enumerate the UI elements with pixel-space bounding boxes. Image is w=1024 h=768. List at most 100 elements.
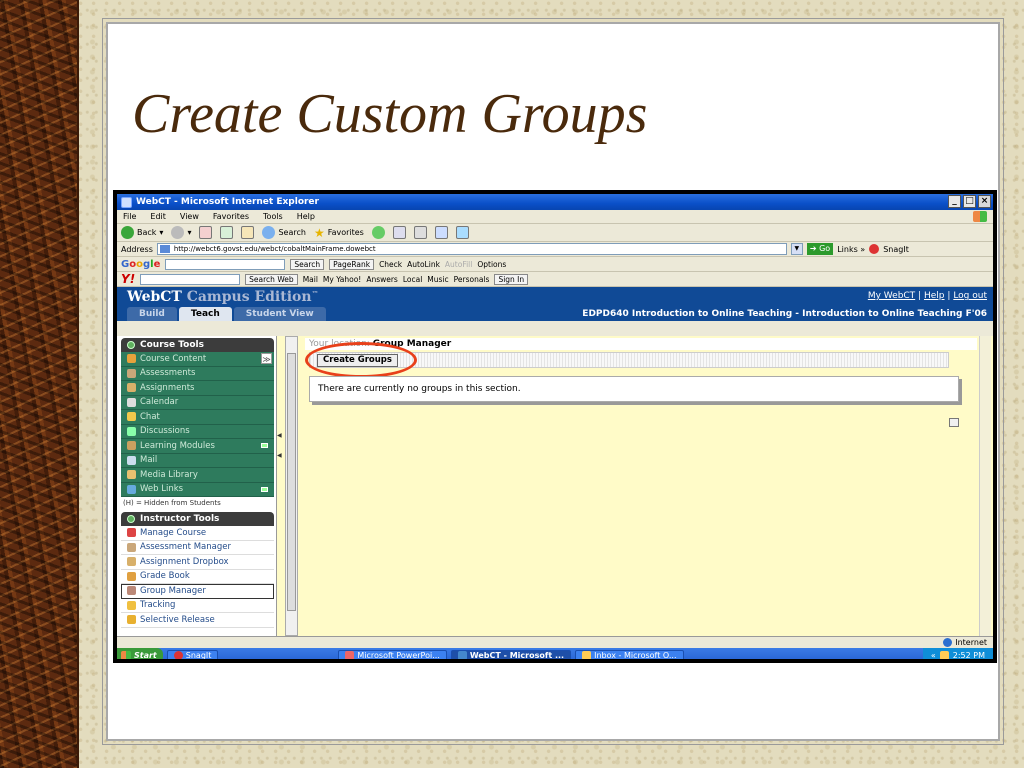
instructor-tools-header[interactable]: Instructor Tools	[121, 512, 274, 526]
forward-button[interactable]: ▾	[171, 226, 191, 239]
snagit-button[interactable]: SnagIt	[883, 245, 909, 254]
yahoo-search-input[interactable]	[140, 273, 241, 285]
sidebar-item-course-content[interactable]: Course Content ≫	[121, 352, 274, 367]
window-title: WebCT - Microsoft Internet Explorer	[136, 197, 319, 207]
assignment-dropbox-icon	[127, 557, 136, 567]
menu-file[interactable]: File	[123, 212, 136, 221]
menu-tools[interactable]: Tools	[263, 212, 283, 221]
close-button[interactable]: ×	[978, 195, 991, 208]
forward-arrow-icon	[171, 226, 185, 239]
expand-arrow-icon[interactable]: ◀	[277, 452, 282, 459]
stop-icon[interactable]	[199, 226, 213, 239]
menu-view[interactable]: View	[180, 212, 199, 221]
sidebar-item-assignment-dropbox[interactable]: Assignment Dropbox	[121, 555, 274, 570]
check-button[interactable]: Check	[379, 260, 402, 269]
standard-toolbar: Back ▾ ▾ Search ★ Favorites	[117, 224, 993, 242]
collapse-menu-icon[interactable]: ≫	[261, 353, 272, 364]
security-zone: Internet	[943, 638, 987, 647]
sidebar-item-learning-modules[interactable]: Learning Modules	[121, 439, 274, 454]
logout-link[interactable]: Log out	[953, 291, 987, 301]
google-search-button[interactable]: Search	[290, 258, 325, 270]
messenger-icon[interactable]	[455, 226, 469, 239]
task-powerpoint[interactable]: Microsoft PowerPoi...	[338, 649, 447, 659]
sidebar-item-discussions[interactable]: Discussions	[121, 424, 274, 439]
edit-icon[interactable]	[434, 226, 448, 239]
sidebar-item-assessments[interactable]: Assessments	[121, 366, 274, 381]
sidebar-item-assignments[interactable]: Assignments	[121, 381, 274, 396]
sidebar-item-web-links[interactable]: Web Links	[121, 482, 274, 497]
refresh-icon[interactable]	[220, 226, 234, 239]
music-button[interactable]: Music	[427, 275, 448, 284]
sidebar-scrollbar[interactable]	[285, 336, 298, 636]
print-toolbar-icon[interactable]	[413, 226, 427, 239]
google-toolbar: Google Search PageRank Check AutoLink Au…	[117, 257, 993, 272]
snagit-red-icon[interactable]	[869, 244, 880, 254]
clock: 2:52 PM	[952, 651, 985, 660]
task-webct[interactable]: WebCT - Microsoft ...	[450, 649, 572, 659]
sidebar-scroll-thumb[interactable]	[287, 353, 296, 611]
yahoo-toolbar: Y! Search Web Mail My Yahoo! Answers Loc…	[117, 272, 993, 287]
address-dropdown[interactable]: ▼	[790, 243, 803, 255]
search-icon	[262, 226, 276, 239]
maximize-button[interactable]: □	[963, 195, 976, 208]
media-library-icon	[127, 470, 136, 480]
tray-icon[interactable]	[939, 651, 949, 659]
yahoo-mail-button[interactable]: Mail	[303, 275, 318, 284]
printer-icon[interactable]	[949, 418, 959, 427]
menu-favorites[interactable]: Favorites	[213, 212, 249, 221]
autolink-button[interactable]: AutoLink	[407, 260, 440, 269]
sidebar-item-chat[interactable]: Chat	[121, 410, 274, 425]
tab-teach[interactable]: Teach	[178, 307, 232, 321]
sidebar-item-media-library[interactable]: Media Library	[121, 468, 274, 483]
back-button[interactable]: Back ▾	[121, 226, 163, 239]
sidebar: Course Tools Course Content ≫ Assessments…	[117, 336, 277, 636]
local-button[interactable]: Local	[403, 275, 422, 284]
tracking-icon	[127, 600, 136, 610]
windows-flag-icon	[973, 211, 987, 222]
sidebar-item-calendar[interactable]: Calendar	[121, 395, 274, 410]
tab-student-view[interactable]: Student View	[233, 307, 326, 321]
task-snagit[interactable]: SnagIt	[166, 649, 219, 659]
content-scrollbar[interactable]	[979, 336, 991, 636]
tray-expand-icon[interactable]: «	[931, 651, 936, 659]
menu-help[interactable]: Help	[297, 212, 315, 221]
pagerank-indicator: PageRank	[329, 258, 375, 270]
my-yahoo-button[interactable]: My Yahoo!	[323, 275, 361, 284]
minimize-button[interactable]: _	[948, 195, 961, 208]
course-tools-header[interactable]: Course Tools	[121, 338, 274, 352]
sidebar-item-group-manager[interactable]: Group Manager	[121, 584, 274, 599]
instructor-tools-list: Manage Course Assessment Manager Assignm…	[117, 526, 276, 628]
sidebar-item-manage-course[interactable]: Manage Course	[121, 526, 274, 541]
start-button[interactable]: Start	[117, 648, 163, 659]
snagit-icon	[173, 651, 183, 659]
sidebar-item-selective-release[interactable]: Selective Release	[121, 613, 274, 628]
sidebar-item-tracking[interactable]: Tracking	[121, 598, 274, 613]
options-button[interactable]: Options	[477, 260, 506, 269]
ie-icon	[457, 651, 467, 659]
manage-course-icon	[127, 528, 136, 538]
collapse-arrow-icon[interactable]: ◀	[277, 432, 282, 439]
search-button[interactable]: Search	[262, 226, 306, 239]
favorites-button[interactable]: ★ Favorites	[314, 226, 364, 240]
my-webct-link[interactable]: My WebCT	[868, 291, 915, 301]
history-icon[interactable]	[371, 226, 385, 239]
mail-toolbar-icon[interactable]	[392, 226, 406, 239]
autofill-button[interactable]: AutoFill	[445, 260, 472, 269]
sign-in-button[interactable]: Sign In	[494, 273, 529, 285]
go-button[interactable]: ➔ Go	[806, 243, 834, 255]
personals-button[interactable]: Personals	[454, 275, 490, 284]
menu-edit[interactable]: Edit	[150, 212, 166, 221]
sidebar-item-mail[interactable]: Mail	[121, 453, 274, 468]
answers-button[interactable]: Answers	[366, 275, 398, 284]
home-icon[interactable]	[241, 226, 255, 239]
links-label[interactable]: Links »	[837, 245, 865, 254]
tab-build[interactable]: Build	[127, 307, 177, 321]
system-tray: « 2:52 PM	[922, 648, 993, 660]
sidebar-item-grade-book[interactable]: Grade Book	[121, 569, 274, 584]
google-search-input[interactable]	[165, 258, 286, 270]
help-link[interactable]: Help	[924, 291, 945, 301]
task-inbox[interactable]: Inbox - Microsoft O...	[575, 649, 684, 659]
search-web-button[interactable]: Search Web	[245, 273, 298, 285]
sidebar-item-assessment-manager[interactable]: Assessment Manager	[121, 540, 274, 555]
address-input[interactable]: http://webct6.govst.edu/webct/cobaltMain…	[156, 243, 787, 255]
